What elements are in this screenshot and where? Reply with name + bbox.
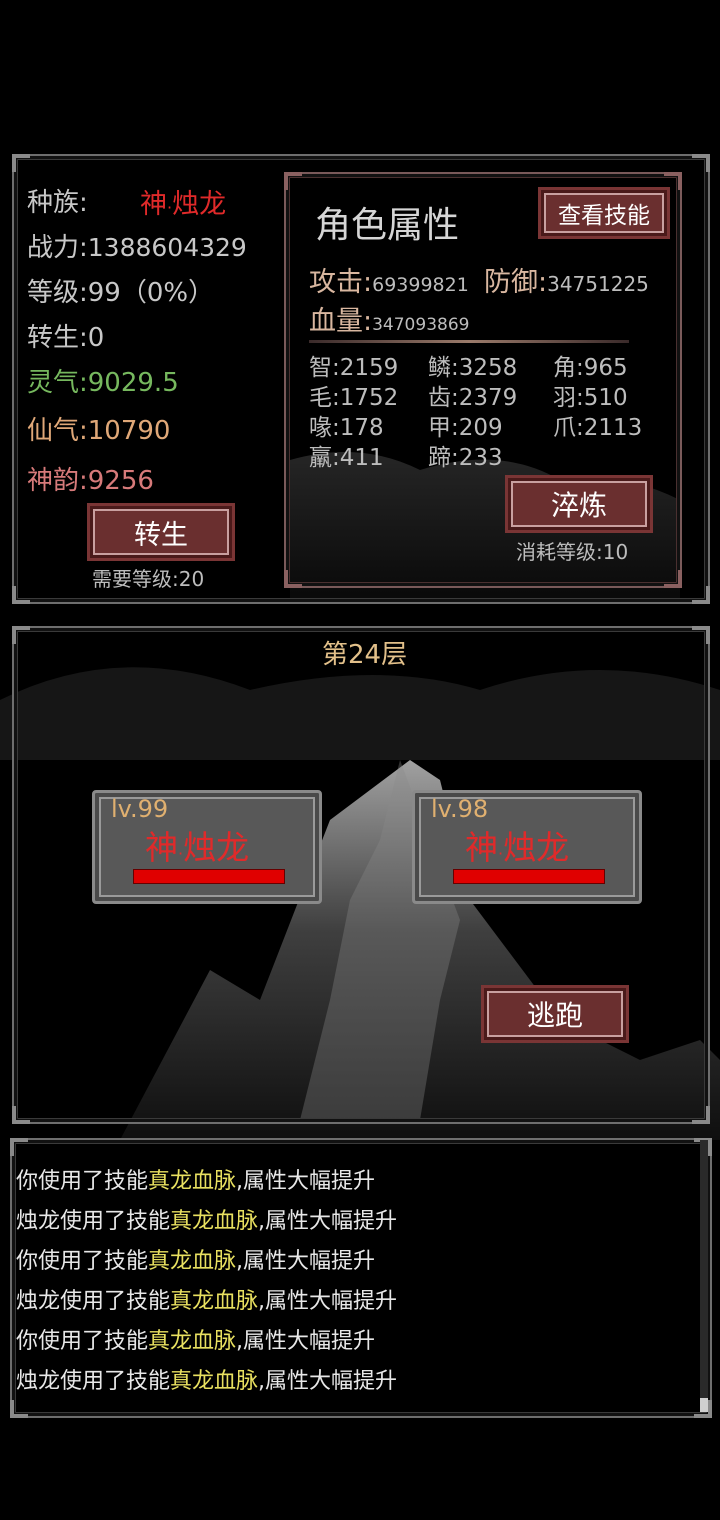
- log-actor-text: 烛龙使用了技能: [16, 1209, 171, 1234]
- defense-value: 34751225: [547, 272, 649, 296]
- log-line: 你使用了技能真龙血脉,属性大幅提升: [16, 1163, 375, 1195]
- player-name-prefix: 神: [145, 828, 178, 867]
- enemy-level: lv.98: [431, 795, 489, 823]
- log-line: 烛龙使用了技能真龙血脉,属性大幅提升: [16, 1203, 397, 1235]
- log-actor-text: 你使用了技能: [16, 1329, 149, 1354]
- log-skill-name: 真龙血脉: [170, 1289, 259, 1314]
- rebirth-value: 0: [87, 323, 105, 353]
- hp-value: 347093869: [372, 315, 470, 335]
- log-actor-text: 烛龙使用了技能: [16, 1369, 171, 1394]
- stat-cell: 角:965: [553, 355, 628, 381]
- stat-cell: 爪:2113: [553, 415, 643, 441]
- player-card[interactable]: lv.99 神·烛龙: [92, 790, 322, 904]
- log-line: 烛龙使用了技能真龙血脉,属性大幅提升: [16, 1363, 397, 1395]
- log-skill-name: 真龙血脉: [148, 1169, 237, 1194]
- enemy-hp-bar: [453, 869, 605, 884]
- stat-cell: 齿:2379: [428, 385, 518, 411]
- stat-cell: 羸:411: [309, 445, 384, 471]
- stat-cell: 喙:178: [309, 415, 384, 441]
- floor-title: 第24层: [322, 640, 408, 670]
- immortal-row: 仙气:10790: [27, 410, 170, 447]
- log-effect-text: ,属性大幅提升: [236, 1329, 376, 1354]
- log-skill-name: 真龙血脉: [148, 1329, 237, 1354]
- view-skills-button[interactable]: 查看技能: [541, 190, 667, 236]
- divine-label: 神韵:: [27, 466, 88, 496]
- level-value: 99（0%）: [87, 278, 215, 308]
- enemy-name: 神·烛龙: [465, 821, 569, 869]
- attack-value: 69399821: [372, 274, 469, 296]
- player-level: lv.99: [111, 795, 169, 823]
- attack-row: 攻击:69399821: [309, 260, 469, 299]
- divine-row: 神韵:9256: [27, 460, 154, 497]
- spirit-value: 9029.5: [87, 368, 179, 398]
- log-effect-text: ,属性大幅提升: [236, 1169, 376, 1194]
- spirit-label: 灵气:: [27, 368, 88, 398]
- race-label: 种族:: [27, 188, 88, 218]
- rebirth-label: 转生:: [27, 323, 88, 353]
- power-value: 1388604329: [87, 233, 247, 262]
- temper-button-label: 淬炼: [550, 489, 607, 522]
- log-line: 你使用了技能真龙血脉,属性大幅提升: [16, 1243, 375, 1275]
- temper-cost: 消耗等级:10: [516, 540, 629, 564]
- log-line: 烛龙使用了技能真龙血脉,属性大幅提升: [16, 1283, 397, 1315]
- log-skill-name: 真龙血脉: [148, 1249, 237, 1274]
- rebirth-row: 转生:0: [27, 317, 104, 354]
- log-skill-name: 真龙血脉: [170, 1209, 259, 1234]
- log-effect-text: ,属性大幅提升: [258, 1289, 398, 1314]
- log-actor-text: 烛龙使用了技能: [16, 1289, 171, 1314]
- player-hp-bar: [133, 869, 285, 884]
- level-row: 等级:99（0%）: [27, 272, 214, 309]
- temper-button[interactable]: 淬炼: [508, 478, 650, 530]
- immortal-value: 10790: [87, 416, 171, 446]
- flee-button-label: 逃跑: [526, 999, 583, 1032]
- hp-label: 血量:: [309, 306, 373, 337]
- enemy-name-prefix: 神: [465, 828, 498, 867]
- power-label: 战力:: [27, 233, 88, 263]
- attack-label: 攻击:: [309, 267, 373, 298]
- spirit-row: 灵气:9029.5: [27, 362, 179, 399]
- stat-cell: 羽:510: [553, 385, 628, 411]
- power-row: 战力:1388604329: [27, 227, 247, 264]
- flee-button[interactable]: 逃跑: [484, 988, 626, 1040]
- stat-cell: 蹄:233: [428, 445, 503, 471]
- stat-cell: 毛:1752: [309, 385, 399, 411]
- log-scrollbar[interactable]: [700, 1140, 708, 1412]
- enemy-card[interactable]: lv.98 神·烛龙: [412, 790, 642, 904]
- player-name-suffix: 烛龙: [183, 828, 250, 867]
- stat-cell: 甲:209: [428, 415, 503, 441]
- log-actor-text: 你使用了技能: [16, 1249, 149, 1274]
- log-skill-name: 真龙血脉: [170, 1369, 259, 1394]
- log-effect-text: ,属性大幅提升: [258, 1369, 398, 1394]
- level-label: 等级:: [27, 278, 88, 308]
- attributes-title: 角色属性: [315, 205, 460, 246]
- race-suffix: 烛龙: [172, 189, 227, 220]
- defense-label: 防御:: [484, 267, 548, 298]
- stat-cell: 智:2159: [309, 355, 399, 381]
- rebirth-button[interactable]: 转生: [90, 506, 232, 558]
- hp-row: 血量:347093869: [309, 299, 469, 338]
- race-name: 神·烛龙: [140, 182, 226, 221]
- player-name: 神·烛龙: [145, 821, 249, 869]
- enemy-name-suffix: 烛龙: [503, 828, 570, 867]
- view-skills-label: 查看技能: [558, 203, 650, 229]
- defense-row: 防御:34751225: [484, 260, 649, 299]
- log-actor-text: 你使用了技能: [16, 1169, 149, 1194]
- stat-cell: 鳞:3258: [428, 355, 518, 381]
- attr-divider: [309, 340, 629, 343]
- rebirth-button-label: 转生: [134, 519, 188, 551]
- log-effect-text: ,属性大幅提升: [258, 1209, 398, 1234]
- race-prefix: 神: [140, 189, 167, 220]
- rebirth-requirement: 需要等级:20: [92, 567, 205, 591]
- immortal-label: 仙气:: [27, 416, 88, 446]
- divine-value: 9256: [87, 466, 154, 496]
- log-scrollbar-thumb[interactable]: [700, 1398, 708, 1412]
- log-effect-text: ,属性大幅提升: [236, 1249, 376, 1274]
- log-line: 你使用了技能真龙血脉,属性大幅提升: [16, 1323, 375, 1355]
